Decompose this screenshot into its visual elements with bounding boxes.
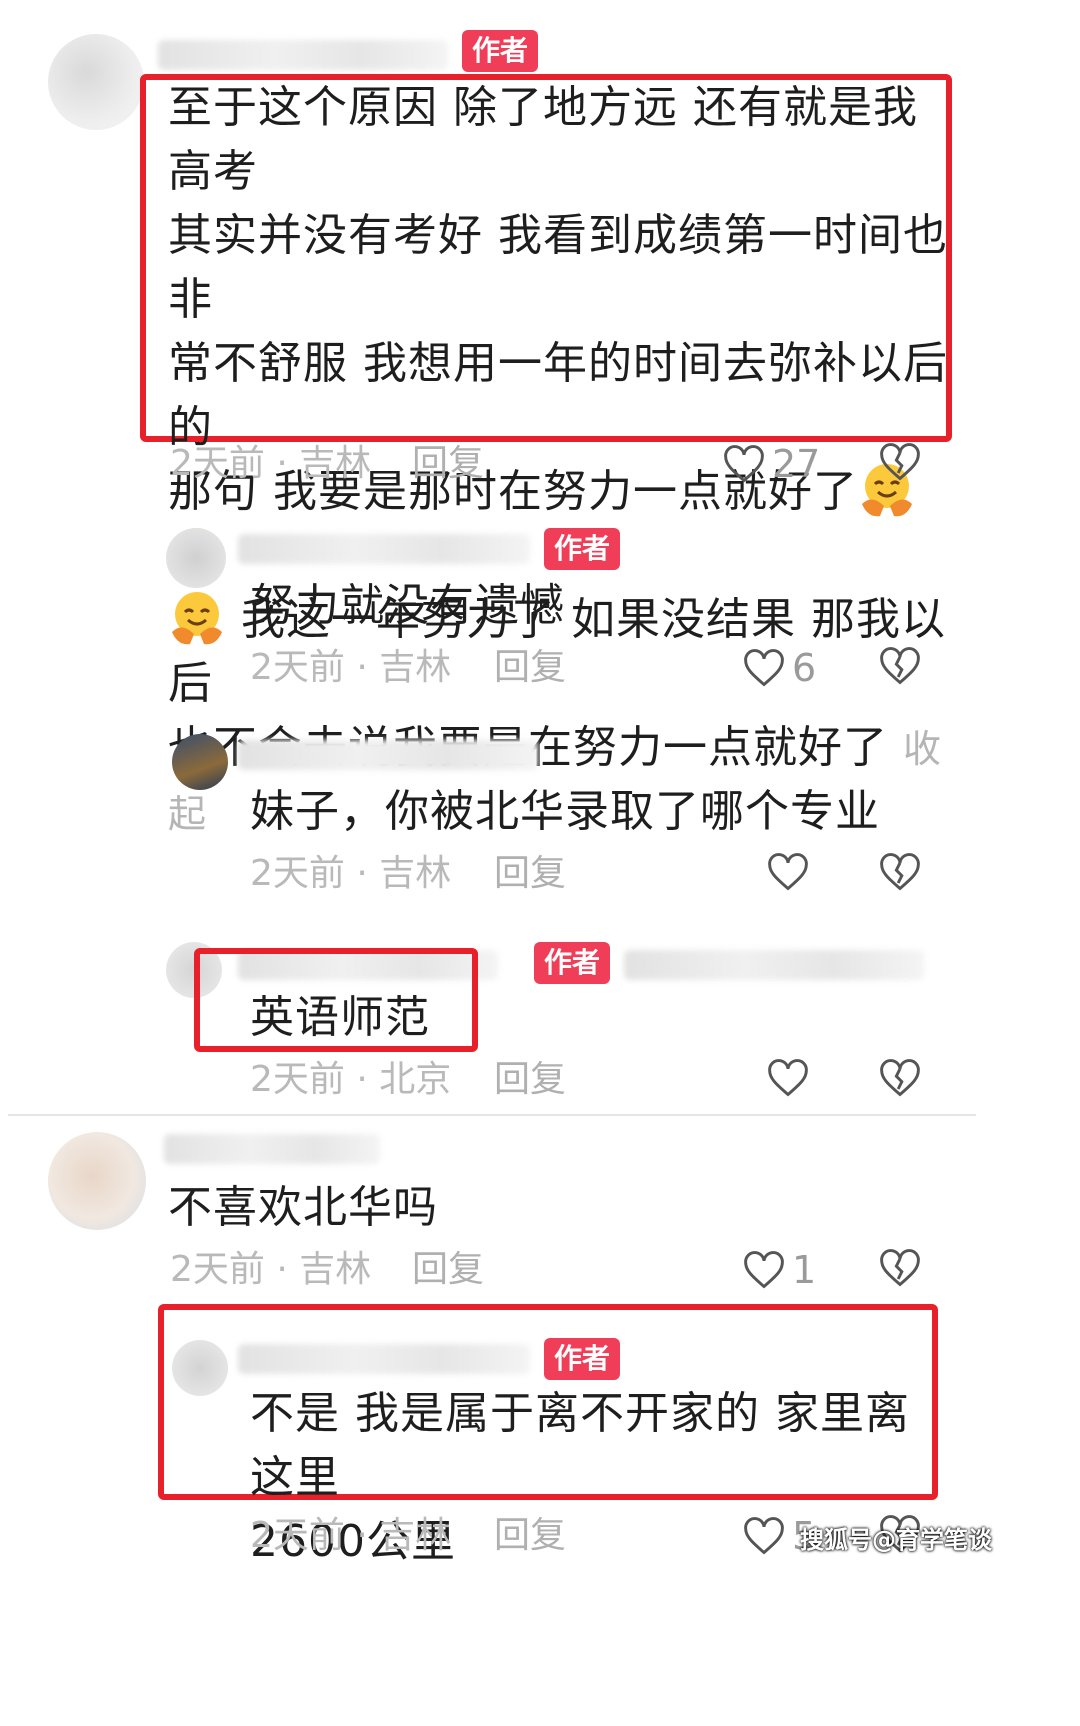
avatar[interactable]	[166, 528, 226, 588]
watermark: 搜狐号@育学笔谈	[800, 1526, 992, 1554]
broken-heart-icon[interactable]	[878, 440, 922, 484]
divider	[8, 1114, 976, 1116]
heart-outline-icon	[744, 1517, 784, 1555]
like-count: 27	[772, 442, 821, 486]
avatar[interactable]	[172, 1340, 228, 1396]
comment-text: 英语师范	[250, 992, 430, 1043]
time-location: 2天前 · 吉林	[170, 443, 372, 484]
author-badge: 作者	[544, 528, 621, 570]
like-button[interactable]	[766, 1056, 816, 1100]
reply-button[interactable]: 回复	[412, 1246, 484, 1294]
username-blurred[interactable]	[238, 534, 530, 564]
like-count: 1	[792, 1248, 817, 1292]
broken-heart-icon[interactable]	[878, 644, 922, 688]
broken-heart-icon[interactable]	[878, 850, 922, 894]
like-button[interactable]: 27	[722, 440, 820, 488]
broken-heart-icon[interactable]	[878, 1246, 922, 1290]
comment-text: 不喜欢北华吗	[168, 1182, 438, 1233]
heart-outline-icon	[744, 649, 784, 687]
comment-text: 妹子，你被北华录取了哪个专业	[250, 786, 880, 837]
time-location: 2天前 · 吉林	[170, 1249, 372, 1290]
time-location: 2天前 · 吉林	[250, 853, 452, 894]
broken-heart-icon[interactable]	[878, 1056, 922, 1100]
reply-button[interactable]: 回复	[412, 440, 484, 488]
like-button[interactable]: 6	[742, 644, 816, 692]
avatar[interactable]	[48, 1132, 146, 1230]
like-button[interactable]: 1	[742, 1246, 816, 1294]
heart-outline-icon	[724, 445, 764, 483]
avatar[interactable]	[48, 34, 144, 130]
reply-button[interactable]: 回复	[494, 1056, 566, 1104]
heart-outline-icon	[768, 853, 808, 891]
username-blurred[interactable]	[158, 40, 448, 70]
time-location: 2天前 · 吉林	[250, 647, 452, 688]
reply-button[interactable]: 回复	[494, 850, 566, 898]
time-location: 2天前 · 北京	[250, 1059, 452, 1100]
reply-target-blurred[interactable]	[624, 950, 924, 980]
time-location: 2天前 · 吉林	[250, 1515, 452, 1556]
author-badge: 作者	[544, 1338, 621, 1380]
comment-text: 努力就没有遗憾	[250, 580, 565, 631]
hugging-face-emoji	[168, 588, 226, 646]
reply-button[interactable]: 回复	[494, 1512, 566, 1560]
username-blurred[interactable]	[238, 1344, 530, 1374]
author-badge: 作者	[462, 30, 539, 72]
username-blurred[interactable]	[238, 740, 538, 770]
heart-outline-icon	[744, 1251, 784, 1289]
heart-outline-icon	[768, 1059, 808, 1097]
username-blurred[interactable]	[164, 1134, 380, 1164]
avatar[interactable]	[172, 734, 228, 790]
reply-button[interactable]: 回复	[494, 644, 566, 692]
like-button[interactable]	[766, 850, 816, 894]
like-count: 6	[792, 646, 817, 690]
author-badge: 作者	[534, 942, 611, 984]
